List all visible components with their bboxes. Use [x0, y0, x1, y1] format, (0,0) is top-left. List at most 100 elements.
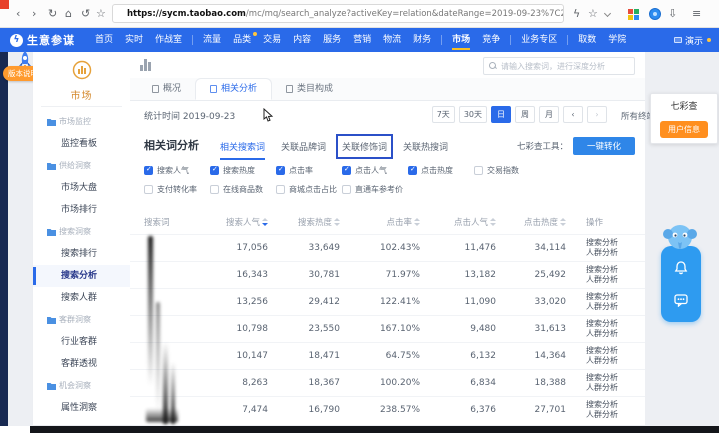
lightning-icon[interactable]: ϟ: [573, 7, 580, 21]
col-click-heat[interactable]: 点击热度: [510, 210, 580, 234]
page-star-icon[interactable]: ☆: [588, 7, 598, 21]
sidebar-item-search-analysis[interactable]: 搜索分析: [33, 265, 130, 287]
sort-icon[interactable]: [334, 218, 340, 226]
metric-click-heat[interactable]: 点击热度: [408, 165, 474, 176]
search-analysis-link[interactable]: 搜索分析: [586, 292, 645, 302]
bell-icon[interactable]: [661, 260, 701, 279]
search-analysis-link[interactable]: 搜索分析: [586, 265, 645, 275]
search-analysis-link[interactable]: 搜索分析: [586, 238, 645, 248]
group-label: 机会洞察: [59, 381, 91, 390]
tab-related-brand-words[interactable]: 关联品牌词: [281, 140, 326, 153]
crowd-analysis-link[interactable]: 人群分析: [586, 275, 645, 285]
keyword-search-box[interactable]: [483, 57, 635, 75]
metric-trade-index[interactable]: 交易指数: [474, 165, 540, 176]
sidebar-item-market-overview[interactable]: 市场大盘: [33, 177, 130, 199]
crowd-analysis-link[interactable]: 人群分析: [586, 410, 645, 420]
sidebar-item-search-crowd[interactable]: 搜索人群: [33, 287, 130, 309]
date-btn-week[interactable]: 周: [515, 106, 535, 123]
col-click-popularity[interactable]: 点击人气: [434, 210, 510, 234]
address-bar[interactable]: https://sycm.taobao.com/mc/mq/search_ana…: [112, 4, 564, 23]
nav-item-business-zone[interactable]: 业务专区: [515, 28, 563, 52]
nav-item-competition[interactable]: 竞争: [476, 28, 506, 52]
metric-payment-conversion[interactable]: 支付转化率: [144, 184, 210, 195]
crowd-analysis-link[interactable]: 人群分析: [586, 356, 645, 366]
tab-category-composition[interactable]: 类目构成: [272, 78, 347, 100]
nav-item-trade[interactable]: 交易: [257, 28, 287, 52]
extension-avatar-icon[interactable]: [649, 8, 661, 20]
nav-item-realtime[interactable]: 实时: [119, 28, 149, 52]
sidebar-item-market-ranking[interactable]: 市场排行: [33, 199, 130, 221]
metric-search-popularity[interactable]: 搜索人气: [144, 165, 210, 176]
demo-account-switch[interactable]: 演示: [674, 34, 709, 47]
one-click-convert-button[interactable]: 一键转化: [573, 137, 635, 155]
crowd-analysis-link[interactable]: 人群分析: [586, 248, 645, 258]
bookmark-star-icon[interactable]: ☆: [96, 7, 106, 21]
tab-related-search-words[interactable]: 相关搜索词: [220, 140, 265, 153]
tab-related-hot-words[interactable]: 关联热搜词: [403, 140, 448, 153]
date-next-button[interactable]: ›: [587, 106, 607, 123]
extensions-grid-icon[interactable]: [628, 9, 639, 20]
nav-item-warroom[interactable]: 作战室: [149, 28, 188, 52]
user-info-button[interactable]: 用户信息: [660, 121, 708, 138]
metric-online-products[interactable]: 在线商品数: [210, 184, 276, 195]
date-btn-7d[interactable]: 7天: [432, 106, 455, 123]
market-module-icon: [72, 60, 92, 80]
col-search-popularity[interactable]: 搜索人气: [222, 210, 282, 234]
sort-icon[interactable]: [262, 218, 268, 226]
back-icon[interactable]: ‹: [16, 7, 20, 21]
nav-item-category[interactable]: 品类: [227, 28, 257, 52]
forward-icon[interactable]: ›: [32, 7, 36, 21]
history-icon[interactable]: ↺: [81, 7, 90, 21]
home-icon[interactable]: ⌂: [65, 7, 72, 21]
nav-item-home[interactable]: 首页: [89, 28, 119, 52]
nav-item-finance[interactable]: 财务: [407, 28, 437, 52]
tab-relation-analysis[interactable]: 相关分析: [195, 78, 272, 100]
crowd-analysis-link[interactable]: 人群分析: [586, 383, 645, 393]
sort-icon[interactable]: [490, 218, 496, 226]
metric-click-rate[interactable]: 点击率: [276, 165, 342, 176]
search-analysis-link[interactable]: 搜索分析: [586, 373, 645, 383]
metric-ztc-reference-price[interactable]: 直通车参考价: [342, 184, 408, 195]
sort-icon[interactable]: [560, 218, 566, 226]
qicaicha-title[interactable]: 七彩查: [655, 99, 713, 112]
nav-item-logistics[interactable]: 物流: [377, 28, 407, 52]
date-btn-day[interactable]: 日: [491, 106, 511, 123]
column-chart-icon: [140, 59, 151, 71]
click-rate-value: 238.57%: [354, 396, 434, 423]
elephant-mascot-icon[interactable]: [659, 220, 701, 252]
metric-mall-click-share[interactable]: 商城点击占比: [276, 184, 342, 195]
col-click-rate[interactable]: 点击率: [354, 210, 434, 234]
sidebar-item-customer-perspective[interactable]: 客群透视: [33, 353, 130, 375]
date-prev-button[interactable]: ‹: [563, 106, 583, 123]
chevron-down-icon[interactable]: [604, 10, 611, 17]
chat-icon[interactable]: [661, 292, 701, 311]
search-analysis-link[interactable]: 搜索分析: [586, 319, 645, 329]
menu-icon[interactable]: ≡: [692, 7, 701, 21]
nav-item-content[interactable]: 内容: [287, 28, 317, 52]
date-btn-month[interactable]: 月: [539, 106, 559, 123]
sidebar-item-attribute-insight[interactable]: 属性洞察: [33, 397, 130, 419]
search-analysis-link[interactable]: 搜索分析: [586, 346, 645, 356]
nav-item-service[interactable]: 服务: [317, 28, 347, 52]
search-analysis-link[interactable]: 搜索分析: [586, 400, 645, 410]
metric-search-heat[interactable]: 搜索热度: [210, 165, 276, 176]
sidebar-item-search-ranking[interactable]: 搜索排行: [33, 243, 130, 265]
sort-icon[interactable]: [414, 218, 420, 226]
nav-item-marketing[interactable]: 营销: [347, 28, 377, 52]
search-input[interactable]: [501, 62, 626, 71]
col-search-heat[interactable]: 搜索热度: [282, 210, 354, 234]
tab-related-modifier-words[interactable]: 关联修饰词: [342, 140, 387, 153]
sidebar-item-industry-customers[interactable]: 行业客群: [33, 331, 130, 353]
nav-item-data-fetch[interactable]: 取数: [572, 28, 602, 52]
sidebar-item-monitor-board[interactable]: 监控看板: [33, 133, 130, 155]
download-icon[interactable]: ⇩: [668, 7, 677, 21]
crowd-analysis-link[interactable]: 人群分析: [586, 329, 645, 339]
nav-item-market[interactable]: 市场: [446, 28, 476, 52]
nav-item-traffic[interactable]: 流量: [197, 28, 227, 52]
crowd-analysis-link[interactable]: 人群分析: [586, 302, 645, 312]
metric-click-popularity[interactable]: 点击人气: [342, 165, 408, 176]
nav-item-academy[interactable]: 学院: [602, 28, 632, 52]
tab-overview[interactable]: 概况: [138, 78, 195, 100]
reload-icon[interactable]: ↻: [48, 7, 57, 21]
date-btn-30d[interactable]: 30天: [459, 106, 487, 123]
